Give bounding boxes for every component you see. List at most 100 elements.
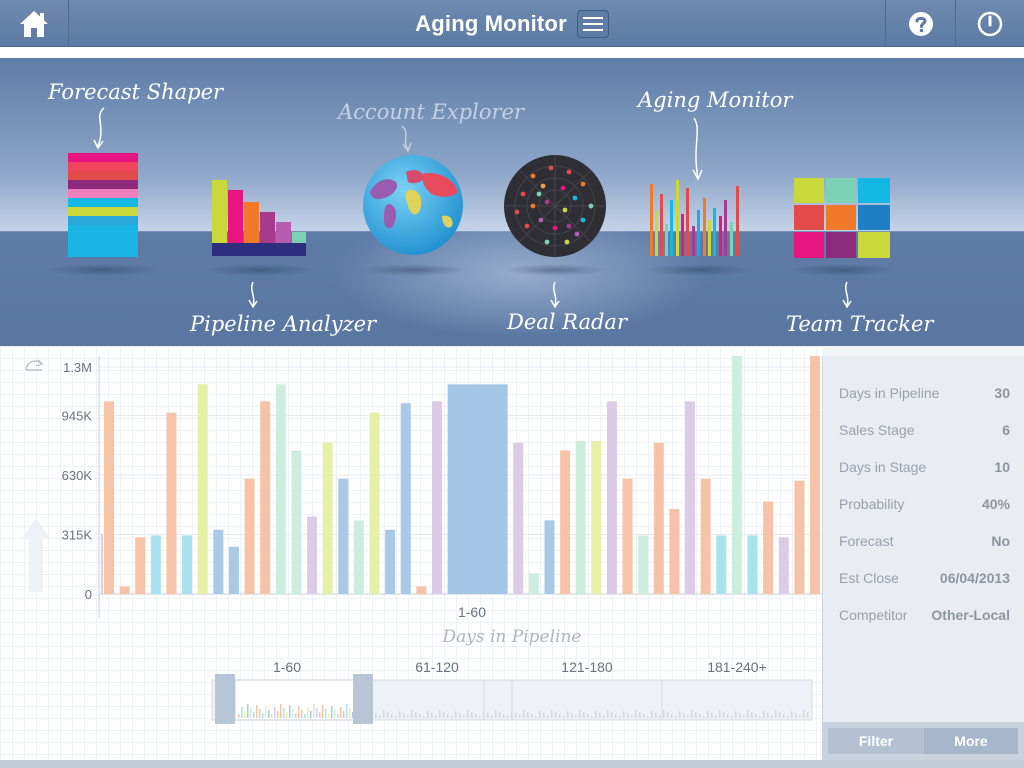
app-pipeline-analyzer[interactable] [212,180,306,261]
scrubber-label: 181-240+ [707,659,767,675]
bar[interactable] [150,535,161,594]
scrubber-handle-right[interactable] [353,674,373,724]
bar[interactable] [763,501,774,594]
bar[interactable] [432,401,442,594]
bar[interactable] [747,535,758,594]
reset-icon[interactable] [25,359,44,371]
home-icon [20,10,48,37]
bar-selected[interactable] [447,384,508,594]
menu-button[interactable] [576,9,609,38]
filter-button[interactable]: Filter [828,728,924,754]
tile-shadow [362,264,466,276]
mini-bar [559,714,561,718]
bar[interactable] [135,537,146,594]
bar[interactable] [638,535,649,594]
home-button[interactable] [0,0,69,47]
detail-key: Forecast [839,532,894,549]
bar[interactable] [591,441,602,594]
mini-bar [304,714,306,718]
detail-key: Days in Stage [839,458,927,475]
mini-bar [262,713,264,718]
mini-bar [591,716,593,718]
mini-bar [419,714,421,718]
mini-bar [783,714,785,718]
bar[interactable] [307,516,318,594]
bar[interactable] [119,586,130,594]
detail-value: 30 [994,384,1010,401]
bar[interactable] [291,450,302,594]
bar[interactable] [810,356,820,594]
chart-panel: 0 315K 630K 945K 1.3M 1-60 Days in Pipeline … [0,346,822,760]
bar[interactable] [560,450,571,594]
tile-shadow [645,264,751,276]
mini-bar [391,714,393,718]
app-aging-monitor[interactable] [650,180,746,261]
arrow-icon [550,281,560,309]
bar[interactable] [260,401,271,594]
app-deal-radar[interactable] [503,154,607,263]
mini-bar [383,710,385,718]
bar[interactable] [700,478,711,594]
more-button[interactable]: More [924,728,1018,754]
mini-bar [395,716,397,718]
bar[interactable] [182,535,193,594]
bar[interactable] [416,586,427,594]
mini-bar [775,710,777,718]
mini-bar [331,706,333,718]
app-team-tracker[interactable] [794,178,890,263]
top-bar: Aging Monitor [0,0,1024,47]
app-forecast-shaper[interactable] [68,153,138,262]
bar[interactable] [731,356,742,594]
bar[interactable] [353,520,364,594]
bar[interactable] [606,401,617,594]
bar[interactable] [104,401,114,594]
bar[interactable] [685,401,696,594]
mini-bar [271,714,273,718]
bar[interactable] [653,442,664,594]
mini-bar [298,706,300,718]
bar[interactable] [244,478,255,594]
app-label-pipeline-analyzer: Pipeline Analyzer [190,312,377,336]
bar[interactable] [544,520,555,594]
bar[interactable] [622,478,633,594]
bar[interactable] [322,442,333,594]
bar[interactable] [669,509,680,594]
mini-bar [495,710,497,718]
mini-bar [643,714,645,718]
mini-bar [619,716,621,718]
bar[interactable] [400,403,411,594]
app-account-explorer[interactable] [362,154,464,261]
bar[interactable] [778,537,789,594]
scroll-up-icon[interactable] [22,518,50,592]
bar[interactable] [385,529,396,594]
bar[interactable] [197,384,208,594]
bar[interactable] [794,480,805,594]
main-area: 0 315K 630K 945K 1.3M 1-60 Days in Pipeline … [0,346,1024,768]
detail-value: 40% [981,495,1010,512]
help-button[interactable] [885,0,955,47]
bar[interactable] [528,573,539,594]
pipeline-analyzer-icon [212,180,306,256]
mini-bar [531,714,533,718]
bar[interactable] [166,412,177,594]
mini-bar [295,713,297,718]
bar[interactable] [513,442,524,594]
mini-bar [767,713,769,718]
bar[interactable] [716,535,727,594]
bar[interactable] [228,546,239,594]
mini-bar [731,716,733,718]
mini-bar [301,710,303,718]
power-button[interactable] [955,0,1024,47]
mini-bar [316,708,318,718]
bar[interactable] [338,478,349,594]
bar[interactable] [213,529,224,594]
bar[interactable] [575,441,586,594]
mini-bar [483,711,485,718]
mini-bar [647,716,649,718]
mini-bar [447,714,449,718]
mini-bar [280,704,282,718]
bar[interactable] [275,384,286,594]
mini-bar [687,715,689,718]
bar[interactable] [369,412,380,594]
scrubber-handle-left[interactable] [215,674,235,724]
